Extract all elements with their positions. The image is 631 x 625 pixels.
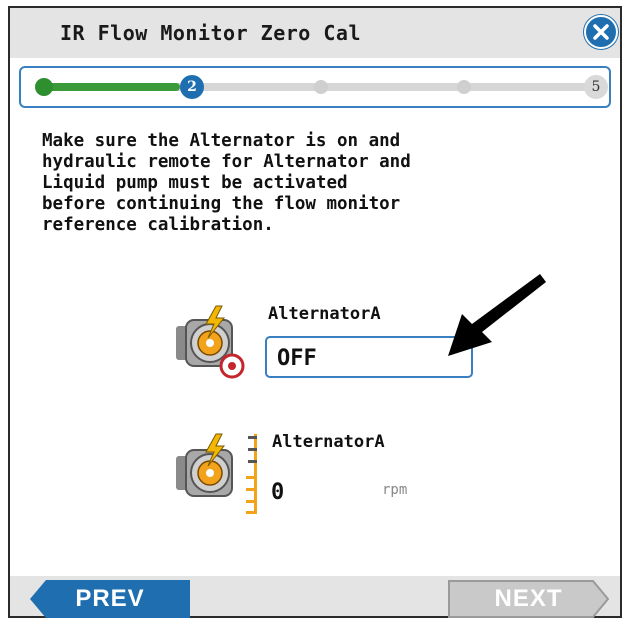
dialog-window: IR Flow Monitor Zero Cal 2 5 Make sure t…: [8, 6, 622, 618]
prev-label: PREV: [75, 585, 145, 612]
dialog-title: IR Flow Monitor Zero Cal: [60, 21, 361, 45]
alternator-speed-label: AlternatorA: [272, 432, 385, 452]
footer-bar: PREV NEXT: [10, 576, 620, 618]
next-button[interactable]: NEXT: [447, 580, 610, 618]
current-step-marker: 2: [180, 75, 204, 99]
alternator-speed-value: 0: [271, 480, 285, 505]
close-button[interactable]: [584, 15, 618, 49]
total-steps-marker: 5: [584, 75, 608, 99]
close-icon: [593, 24, 609, 40]
prev-button[interactable]: PREV: [30, 580, 190, 618]
alternator-speed-icon: [176, 433, 257, 514]
alternator-status-label: AlternatorA: [268, 304, 381, 324]
pointer-arrow-icon: [448, 274, 546, 356]
next-label: NEXT: [494, 585, 563, 612]
alternator-status-value: OFF: [277, 346, 317, 371]
alternator-speed-unit: rpm: [382, 482, 408, 498]
title-bar: IR Flow Monitor Zero Cal: [10, 8, 620, 58]
alternator-power-icon: [176, 305, 245, 379]
progress-fill: [41, 83, 180, 91]
step-3-marker: [314, 80, 328, 94]
instruction-text: Make sure the Alternator is on and hydra…: [42, 131, 411, 235]
step-progress-bar: 2 5: [19, 66, 611, 108]
step-4-marker: [457, 80, 471, 94]
step-1-marker: [35, 78, 53, 96]
